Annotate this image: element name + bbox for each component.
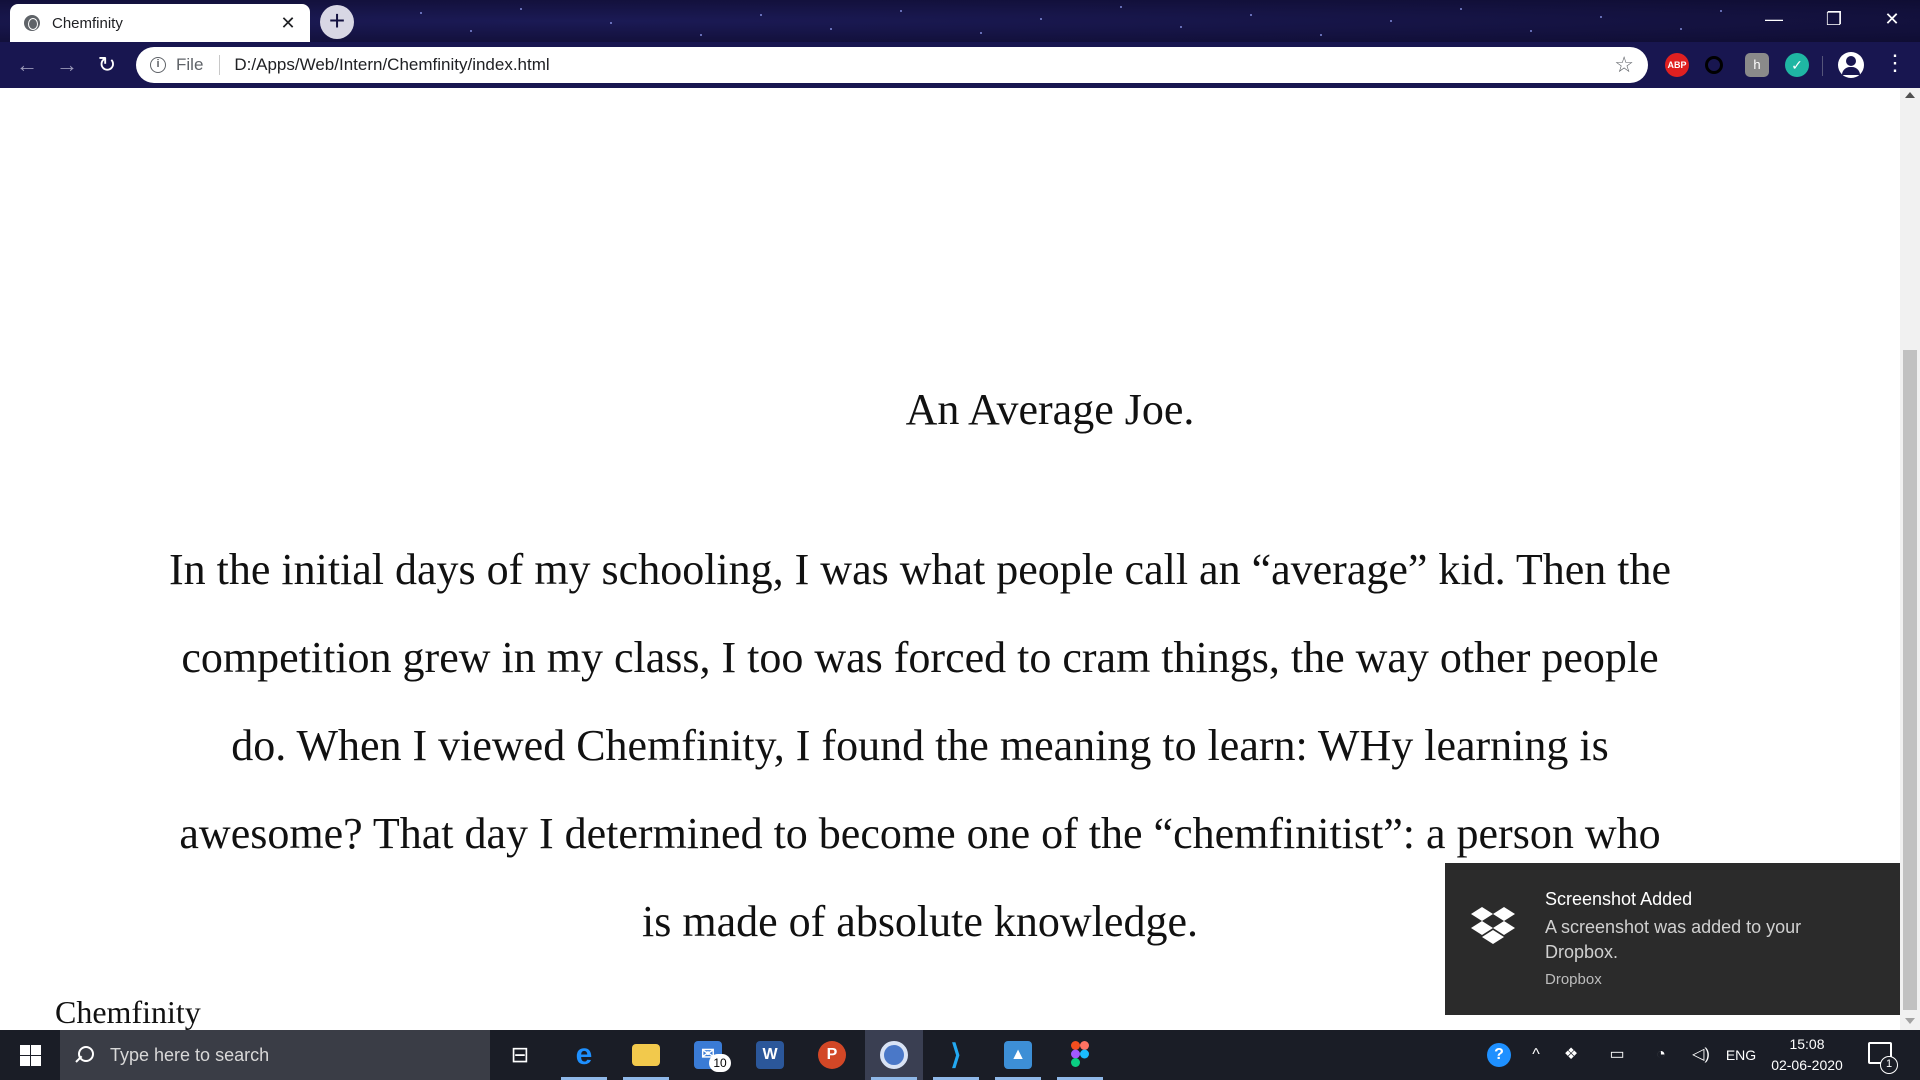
browser-toolbar: ← → ↻ i File D:/Apps/Web/Intern/Chemfini… [0,42,1920,88]
dropbox-tray-icon[interactable]: ❖ [1556,1030,1586,1080]
tab-title: Chemfinity [52,14,123,32]
browser-titlebar: Chemfinity ✕ + — ❐ ✕ [0,0,1920,42]
windows-taskbar: Type here to search ⊟ e ✉ 10 W P ⟩ ▲ ? ^… [0,1030,1920,1080]
vertical-scrollbar[interactable] [1900,88,1920,1030]
star-dot [1680,28,1682,30]
toolbar-divider [1822,56,1823,76]
edge-icon: e [575,1038,593,1071]
taskbar-word[interactable]: W [741,1030,799,1080]
clock-date: 02-06-2020 [1771,1057,1843,1073]
restore-button[interactable]: ❐ [1806,0,1862,38]
star-dot [760,14,762,16]
taskbar-clock[interactable]: 15:08 02-06-2020 [1762,1034,1852,1076]
omnibox-divider [219,55,221,75]
search-placeholder: Type here to search [110,1044,270,1065]
star-dot [1530,30,1532,32]
screen: Chemfinity ✕ + — ❐ ✕ ← → ↻ i File D:/App… [0,0,1920,1080]
taskbar-figma[interactable] [1051,1030,1109,1080]
word-icon: W [756,1041,784,1069]
bookmark-star-icon[interactable]: ☆ [1614,52,1634,78]
task-view-icon: ⊟ [510,1042,530,1067]
menu-icon[interactable]: ⋮ [1884,50,1906,76]
tab-close-icon[interactable]: ✕ [278,13,298,34]
volume-icon[interactable]: ◁) [1686,1030,1716,1080]
taskbar-file-explorer[interactable] [617,1030,675,1080]
minimize-button[interactable]: — [1746,0,1802,38]
photos-icon: ▲ [1004,1041,1032,1069]
star-dot [1720,10,1722,12]
figma-icon [1066,1041,1094,1069]
address-bar[interactable]: i File D:/Apps/Web/Intern/Chemfinity/ind… [136,47,1648,83]
notification-count: 1 [1880,1056,1898,1074]
star-dot [980,32,982,34]
taskbar-powerpoint[interactable]: P [803,1030,861,1080]
scroll-down-arrow-icon[interactable] [1905,1018,1915,1024]
ring-extension-icon[interactable] [1705,56,1723,74]
back-button[interactable]: ← [12,50,42,80]
mail-badge: 10 [709,1054,731,1072]
search-icon [76,1046,94,1064]
scroll-up-arrow-icon[interactable] [1905,92,1915,98]
reload-button[interactable]: ↻ [92,50,122,80]
star-dot [1180,26,1182,28]
green-extension-icon[interactable]: ✓ [1785,53,1809,77]
star-dot [1040,18,1042,20]
wifi-icon[interactable]: ◔ [1646,1030,1676,1080]
profile-avatar-icon[interactable] [1838,52,1864,78]
taskbar-photos[interactable]: ▲ [989,1030,1047,1080]
help-icon[interactable]: ? [1484,1030,1514,1080]
new-tab-button[interactable]: + [320,5,354,39]
star-dot [1460,8,1462,10]
globe-icon [24,15,40,31]
folder-icon [632,1044,660,1066]
info-icon[interactable]: i [150,57,166,73]
adblock-plus-icon[interactable]: ABP [1665,53,1689,77]
url-text[interactable]: D:/Apps/Web/Intern/Chemfinity/index.html [234,55,1614,75]
taskbar-edge[interactable]: e [555,1030,613,1080]
star-dot [1390,20,1392,22]
star-dot [1120,6,1122,8]
star-dot [470,30,472,32]
puzzle-extension-icon[interactable]: h [1745,53,1769,77]
star-dot [520,8,522,10]
star-dot [830,28,832,30]
taskbar-chrome[interactable] [865,1030,923,1080]
taskbar-vscode[interactable]: ⟩ [927,1030,985,1080]
vscode-icon: ⟩ [950,1039,962,1070]
taskbar-mail[interactable]: ✉ 10 [679,1030,737,1080]
star-dot [900,10,902,12]
dropbox-icon [1471,907,1515,944]
star-dot [610,22,612,24]
star-dot [700,34,702,36]
clock-time: 15:08 [1789,1036,1825,1052]
star-dot [1600,16,1602,18]
tray-expand-icon[interactable]: ^ [1524,1030,1548,1080]
page-heading: An Average Joe. [905,385,1195,434]
powerpoint-icon: P [818,1041,846,1069]
windows-start-icon[interactable] [0,1030,60,1080]
scheme-label: File [176,55,204,74]
language-indicator[interactable]: ENG [1722,1030,1760,1080]
taskbar-search-input[interactable]: Type here to search [60,1030,490,1080]
toast-source: Dropbox [1545,971,1602,988]
forward-button[interactable]: → [52,50,82,80]
star-dot [420,12,422,14]
chrome-icon [880,1041,908,1069]
footer-brand: Chemfinity [55,994,201,1030]
browser-tab[interactable]: Chemfinity ✕ [10,4,310,42]
star-dot [1320,34,1322,36]
close-window-button[interactable]: ✕ [1864,0,1920,38]
task-view-button[interactable]: ⊟ [491,1030,549,1080]
toast-title: Screenshot Added [1545,889,1693,909]
battery-icon[interactable]: ▭ [1602,1030,1632,1080]
toast-body: A screenshot was added to your Dropbox. [1545,917,1802,962]
star-dot [1250,14,1252,16]
dropbox-notification[interactable]: Screenshot Added A screenshot was added … [1445,863,1900,1015]
scroll-thumb[interactable] [1903,350,1917,1010]
